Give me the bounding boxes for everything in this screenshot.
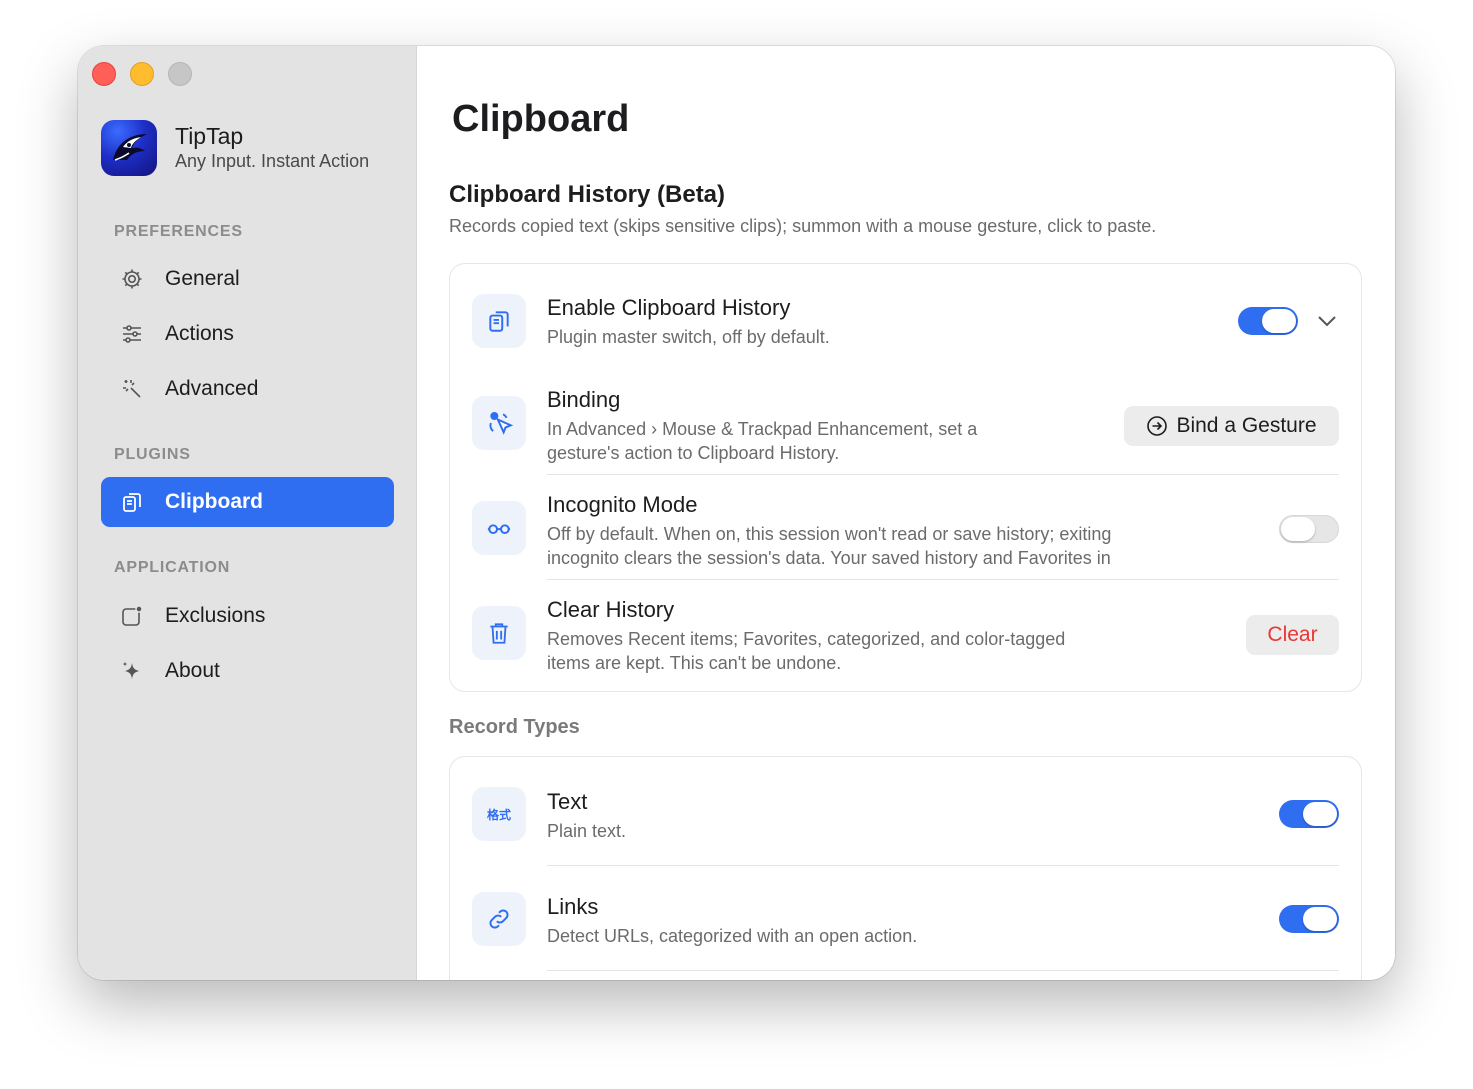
sidebar-item-label: Advanced: [165, 377, 259, 400]
app-logo-icon: [101, 120, 157, 176]
section-plugins: PLUGINS: [114, 446, 191, 463]
bind-gesture-label: Bind a Gesture: [1176, 414, 1317, 437]
sidebar-item-label: Actions: [165, 322, 234, 345]
gesture-cursor-icon: [472, 396, 526, 450]
record-types-card: 格式 Text Plain text. Links Detect URLs, c: [449, 756, 1362, 980]
row-divider: [547, 865, 1339, 866]
text-type-description: Plain text.: [547, 821, 627, 841]
section-preferences: PREFERENCES: [114, 223, 243, 240]
enable-clipboard-history-toggle[interactable]: [1238, 307, 1298, 335]
binding-description-line1: In Advanced › Mouse & Trackpad Enhanceme…: [547, 419, 978, 439]
toggle-knob: [1303, 907, 1337, 931]
clear-history-description-line1: Removes Recent items; Favorites, categor…: [547, 629, 1066, 649]
sidebar: TipTap Any Input. Instant Action PREFERE…: [78, 46, 417, 980]
links-type-description: Detect URLs, categorized with an open ac…: [547, 926, 918, 946]
sidebar-item-exclusions[interactable]: Exclusions: [101, 591, 394, 641]
toggle-knob: [1281, 517, 1315, 541]
binding-description-line2: gesture's action to Clipboard History.: [547, 443, 840, 463]
incognito-description-line2: incognito clears the session's data. You…: [547, 548, 1111, 568]
enable-row: Enable Clipboard History Plugin master s…: [450, 264, 1361, 369]
sidebar-item-actions[interactable]: Actions: [101, 309, 394, 359]
incognito-mode-toggle[interactable]: [1279, 515, 1339, 543]
app-tagline: Any Input. Instant Action: [175, 151, 370, 171]
row-divider: [547, 970, 1339, 971]
record-types-heading: Record Types: [449, 716, 580, 738]
bind-gesture-button[interactable]: Bind a Gesture: [1124, 406, 1339, 446]
clear-history-title: Clear History: [547, 597, 675, 622]
group-title: Clipboard History (Beta): [449, 181, 726, 208]
link-icon: [472, 892, 526, 946]
clipboard-icon: [472, 294, 526, 348]
text-format-glyph: 格式: [486, 807, 511, 822]
app-header: TipTap Any Input. Instant Action: [101, 120, 369, 176]
sidebar-item-label: General: [165, 267, 240, 290]
binding-row: Binding In Advanced › Mouse & Trackpad E…: [450, 369, 1361, 475]
enable-title: Enable Clipboard History: [547, 295, 791, 320]
sidebar-item-label: About: [165, 659, 220, 682]
sliders-icon: [119, 321, 145, 347]
clear-button[interactable]: Clear: [1246, 615, 1339, 655]
text-format-icon: 格式: [472, 787, 526, 841]
record-type-links-row: Links Detect URLs, categorized with an o…: [450, 867, 1361, 972]
incognito-description-line1: Off by default. When on, this session wo…: [547, 524, 1112, 544]
record-type-text-row: 格式 Text Plain text.: [450, 757, 1361, 867]
sidebar-item-general[interactable]: General: [101, 254, 394, 304]
incognito-row: Incognito Mode Off by default. When on, …: [450, 474, 1361, 580]
close-window-button[interactable]: [92, 62, 116, 86]
text-type-toggle[interactable]: [1279, 800, 1339, 828]
settings-window: TipTap Any Input. Instant Action PREFERE…: [78, 46, 1395, 980]
group-description: Records copied text (skips sensitive cli…: [449, 216, 1157, 236]
links-type-title: Links: [547, 894, 599, 919]
sparkle-icon: [119, 658, 145, 684]
page-title: Clipboard: [452, 98, 630, 140]
binding-title: Binding: [547, 387, 621, 412]
toggle-knob: [1262, 309, 1296, 333]
text-type-title: Text: [547, 789, 588, 814]
enable-description: Plugin master switch, off by default.: [547, 327, 830, 347]
minimize-window-button[interactable]: [130, 62, 154, 86]
zoom-window-button[interactable]: [168, 62, 192, 86]
sidebar-item-advanced[interactable]: Advanced: [101, 364, 394, 414]
exclusion-window-icon: [119, 603, 145, 629]
clear-history-row: Clear History Removes Recent items; Favo…: [450, 579, 1361, 693]
chevron-down-icon[interactable]: [1314, 310, 1340, 332]
app-name: TipTap: [175, 123, 244, 149]
incognito-title: Incognito Mode: [547, 492, 698, 517]
sidebar-item-about[interactable]: About: [101, 646, 394, 696]
trash-icon: [472, 606, 526, 660]
sidebar-item-clipboard[interactable]: Clipboard: [101, 477, 394, 527]
arrow-circle-icon: [1146, 415, 1168, 437]
clipboard-history-card: Enable Clipboard History Plugin master s…: [449, 263, 1362, 692]
glasses-icon: [472, 501, 526, 555]
section-application: APPLICATION: [114, 559, 231, 576]
links-type-toggle[interactable]: [1279, 905, 1339, 933]
toggle-knob: [1303, 802, 1337, 826]
sidebar-item-label: Exclusions: [165, 604, 266, 627]
clear-history-description-line2: items are kept. This can't be undone.: [547, 653, 842, 673]
sidebar-item-label: Clipboard: [165, 490, 263, 513]
clipboard-icon: [119, 489, 145, 515]
window-controls: [92, 62, 192, 86]
magic-wand-icon: [119, 376, 145, 402]
gear-icon: [119, 266, 145, 292]
main-content: Clipboard Clipboard History (Beta) Recor…: [417, 46, 1395, 980]
